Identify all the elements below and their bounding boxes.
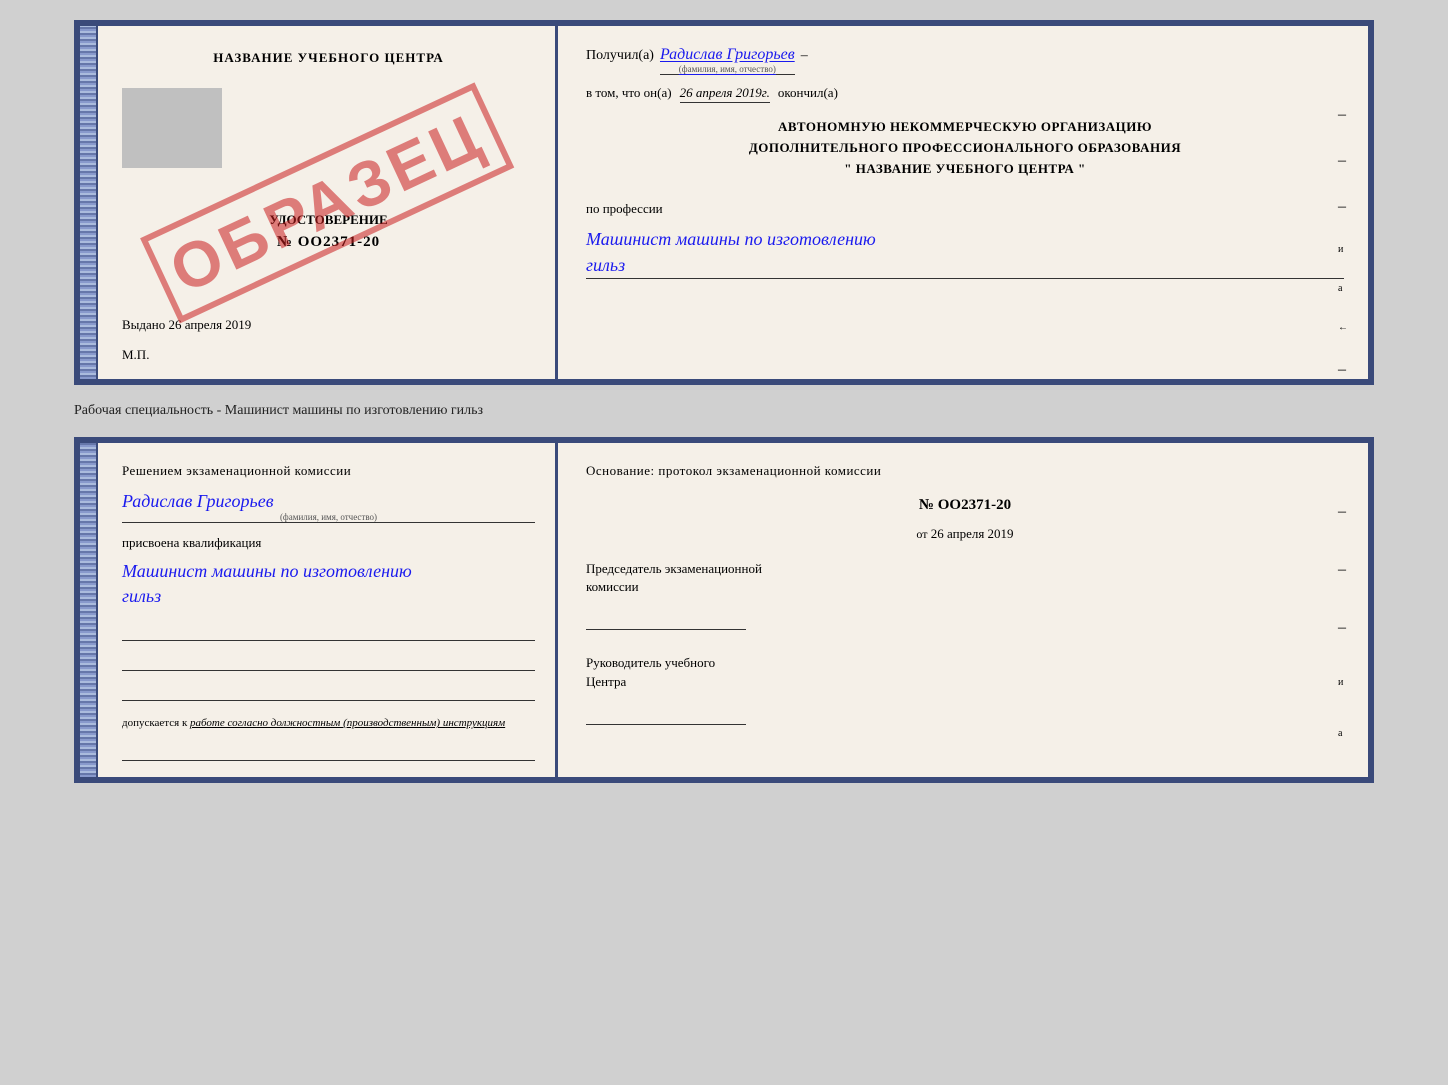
underlines: [122, 623, 535, 701]
received-line: Получил(а) Радислав Григорьев (фамилия, …: [586, 46, 1344, 75]
right-dashes: – – – и а ← – –: [1338, 106, 1348, 385]
top-doc-left: НАЗВАНИЕ УЧЕБНОГО ЦЕНТРА УДОСТОВЕРЕНИЕ №…: [98, 26, 558, 379]
org-line3: " НАЗВАНИЕ УЧЕБНОГО ЦЕНТРА ": [586, 159, 1344, 180]
date-value: 26 апреля 2019: [169, 317, 252, 332]
chairman-label: Председатель экзаменационной комиссии: [586, 560, 1344, 596]
received-name: Радислав Григорьев (фамилия, имя, отчест…: [660, 46, 795, 75]
admit-italic: работе согласно должностным (производств…: [190, 717, 505, 729]
name-sublabel: (фамилия, имя, отчество): [122, 512, 535, 522]
bottom-doc-left: Решением экзаменационной комиссии Радисл…: [98, 443, 558, 777]
dash5b: а: [1338, 728, 1348, 739]
date-prefix: в том, что он(а): [586, 85, 672, 101]
completion-date-line: в том, что он(а) 26 апреля 2019г. окончи…: [586, 85, 1344, 103]
date-prefix: Выдано: [122, 317, 165, 332]
org-line2: ДОПОЛНИТЕЛЬНОГО ПРОФЕССИОНАЛЬНОГО ОБРАЗО…: [586, 138, 1344, 159]
bottom-document: Решением экзаменационной комиссии Радисл…: [74, 437, 1374, 783]
photo-placeholder: [122, 88, 222, 168]
cert-number: № OO2371-20: [122, 234, 535, 251]
chairman-sig-line: [586, 610, 746, 630]
bottom-doc-right: Основание: протокол экзаменационной коми…: [558, 443, 1368, 777]
org-block: АВТОНОМНУЮ НЕКОММЕРЧЕСКУЮ ОРГАНИЗАЦИЮ ДО…: [586, 117, 1344, 179]
cert-date-line: Выдано 26 апреля 2019: [122, 317, 535, 333]
qualification-label: присвоена квалификация: [122, 535, 535, 551]
protocol-date-subscript: от: [916, 527, 927, 541]
right-dashes-bottom: – – – и а ← – –: [1338, 503, 1348, 783]
date-suffix: окончил(а): [778, 85, 838, 101]
top-document: НАЗВАНИЕ УЧЕБНОГО ЦЕНТРА УДОСТОВЕРЕНИЕ №…: [74, 20, 1374, 385]
decision-text: Решением экзаменационной комиссии: [122, 463, 535, 479]
date-value: 26 апреля 2019г.: [680, 85, 770, 103]
received-sublabel: (фамилия, имя, отчество): [660, 64, 795, 74]
admit-text: допускается к работе согласно должностны…: [122, 717, 535, 729]
dash3b: –: [1338, 619, 1348, 637]
top-left-title: НАЗВАНИЕ УЧЕБНОГО ЦЕНТРА: [122, 50, 535, 66]
qualification-value: Машинист машины по изготовлению гильз: [122, 559, 535, 609]
cert-label: УДОСТОВЕРЕНИЕ: [122, 212, 535, 228]
profession-value: Машинист машины по изготовлению гильз: [586, 227, 1344, 278]
dash6: ←: [1338, 322, 1348, 333]
spine-decoration-bottom: [80, 443, 98, 777]
dash6b: ←: [1338, 779, 1348, 783]
spine-decoration: [80, 26, 98, 379]
protocol-date: от 26 апреля 2019: [586, 526, 1344, 542]
protocol-date-value: 26 апреля 2019: [931, 526, 1014, 541]
mp-line: М.П.: [122, 347, 535, 363]
underline1: [122, 623, 535, 641]
head-label: Руководитель учебного Центра: [586, 654, 1344, 690]
dash4b: и: [1338, 677, 1348, 688]
dash1b: –: [1338, 503, 1348, 521]
received-prefix: Получил(а): [586, 48, 654, 64]
dash3: –: [1338, 198, 1348, 216]
underline4: [122, 743, 535, 761]
dash4: и: [1338, 244, 1348, 255]
dash2: –: [1338, 152, 1348, 170]
underline3: [122, 683, 535, 701]
admit-prefix: допускается к: [122, 717, 187, 729]
profession-label: по профессии: [586, 201, 1344, 217]
dash2b: –: [1338, 561, 1348, 579]
person-name: Радислав Григорьев (фамилия, имя, отчест…: [122, 491, 535, 523]
underline2: [122, 653, 535, 671]
between-label: Рабочая специальность - Машинист машины …: [74, 403, 1374, 419]
dash5: а: [1338, 283, 1348, 294]
basis-text: Основание: протокол экзаменационной коми…: [586, 463, 1344, 479]
org-line1: АВТОНОМНУЮ НЕКОММЕРЧЕСКУЮ ОРГАНИЗАЦИЮ: [586, 117, 1344, 138]
protocol-number: № OO2371-20: [586, 497, 1344, 514]
dash7: –: [1338, 361, 1348, 379]
dash-separator: –: [801, 48, 808, 64]
dash1: –: [1338, 106, 1348, 124]
top-doc-right: Получил(а) Радислав Григорьев (фамилия, …: [558, 26, 1368, 379]
head-sig-line: [586, 705, 746, 725]
